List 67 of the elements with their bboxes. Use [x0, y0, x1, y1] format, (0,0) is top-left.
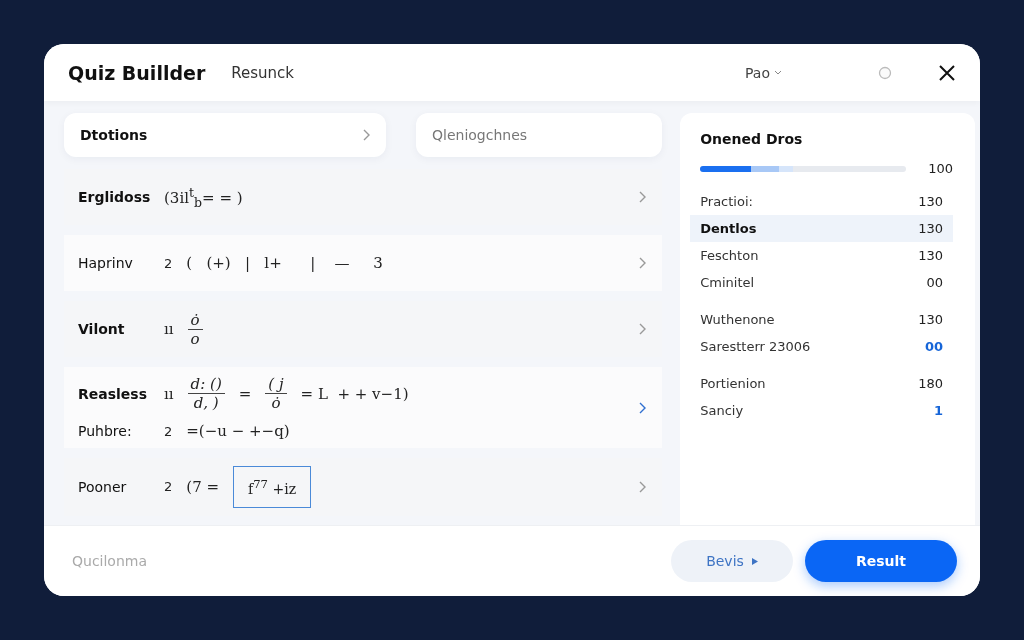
secondary-button[interactable]: Bevis: [671, 540, 793, 582]
stat-row[interactable]: Cminitel 00: [690, 269, 953, 296]
footer-note: Qucilonma: [72, 553, 148, 569]
question-number: 2: [164, 423, 173, 439]
stat-row[interactable]: Portienion 180: [690, 370, 953, 397]
stat-label: Feschton: [700, 248, 759, 263]
question-label: Reasless: [78, 385, 148, 402]
stat-label: Dentlos: [700, 221, 757, 236]
formula-text: = L + + v−1): [300, 384, 409, 403]
stat-value: 00: [926, 275, 943, 290]
question-label: Pooner: [78, 478, 128, 495]
window-title: Quiz Buillder: [68, 61, 206, 84]
question-number: 2: [164, 479, 173, 495]
fraction: ( j ȯ: [265, 375, 287, 412]
question-label: Haprinv: [78, 255, 134, 271]
chevron-right-icon[interactable]: [638, 401, 647, 414]
chevron-right-icon[interactable]: [638, 191, 647, 203]
panel-title: Onened Dros: [699, 131, 804, 147]
stat-label: Cminitel: [700, 275, 755, 290]
result-button[interactable]: Result: [805, 540, 957, 582]
radio-circle-icon[interactable]: [878, 65, 892, 80]
fraction: d: () d, ): [187, 375, 225, 412]
chevron-right-icon[interactable]: [638, 257, 647, 269]
question-label: Erglidoss: [78, 189, 150, 205]
formula-text: (3il$^{t}$$_{b}$= = ): [164, 184, 243, 210]
stat-value: 130: [918, 221, 943, 236]
question-label: Puhbre:: [78, 423, 133, 439]
stat-row[interactable]: Feschton 130: [690, 242, 953, 269]
chevron-right-icon[interactable]: [638, 323, 647, 335]
stat-label: Practioi:: [700, 194, 753, 209]
stat-row[interactable]: Sanciy 1: [690, 397, 953, 424]
stat-value: 1: [933, 403, 943, 418]
close-icon[interactable]: [938, 63, 956, 82]
stat-row[interactable]: Practioi: 130: [690, 188, 953, 215]
search-field[interactable]: Qleniogchnes: [416, 113, 663, 157]
stat-label: Sarestterr 23006: [700, 339, 811, 354]
stat-value: 180: [918, 376, 943, 391]
formula-text: =(−u − +−q): [186, 422, 290, 440]
question-row[interactable]: Reasless ıı d: () d, ) = ( j ȯ = L + + v−1) Puhbre: 2 =(−u − +−q): [64, 367, 663, 448]
stat-row[interactable]: Dentlos 130: [690, 215, 953, 242]
stat-row[interactable]: Wuthenone 130: [690, 306, 953, 333]
stat-label: Portienion: [700, 376, 766, 391]
window-subtitle: Resunck: [231, 63, 295, 82]
stat-row[interactable]: Sarestterr 23006 00: [690, 333, 953, 360]
chevron-right-icon[interactable]: [362, 129, 370, 141]
stat-label: Sanciy: [700, 403, 744, 418]
formula-text: ıı: [164, 384, 174, 403]
formula-text: ( (+) | l+ | — 3: [186, 254, 383, 272]
formula-text: ıı: [164, 320, 174, 338]
formula-text: (7 =: [186, 477, 219, 496]
chevron-right-icon[interactable]: [638, 480, 647, 493]
question-row[interactable]: Haprinv 2 ( (+) | l+ | — 3: [64, 235, 663, 291]
formula-text: =: [238, 384, 252, 403]
caret-icon: [774, 70, 782, 75]
stat-value: 130: [918, 248, 943, 263]
question-number: 2: [164, 255, 173, 271]
stat-value: 130: [918, 194, 943, 209]
progress-reading: 100: [928, 161, 953, 176]
stat-label: Wuthenone: [700, 312, 775, 327]
fraction: ȯ o: [187, 310, 203, 348]
answer-box[interactable]: f$^{77}$ +iz: [233, 466, 312, 508]
section-card[interactable]: Dtotions: [64, 113, 386, 157]
play-icon: [751, 557, 758, 565]
stat-value: 00: [924, 339, 943, 354]
dropdown-menu[interactable]: Pao: [745, 64, 782, 81]
stat-value: 130: [918, 312, 943, 327]
question-label: Vilont: [78, 321, 126, 337]
